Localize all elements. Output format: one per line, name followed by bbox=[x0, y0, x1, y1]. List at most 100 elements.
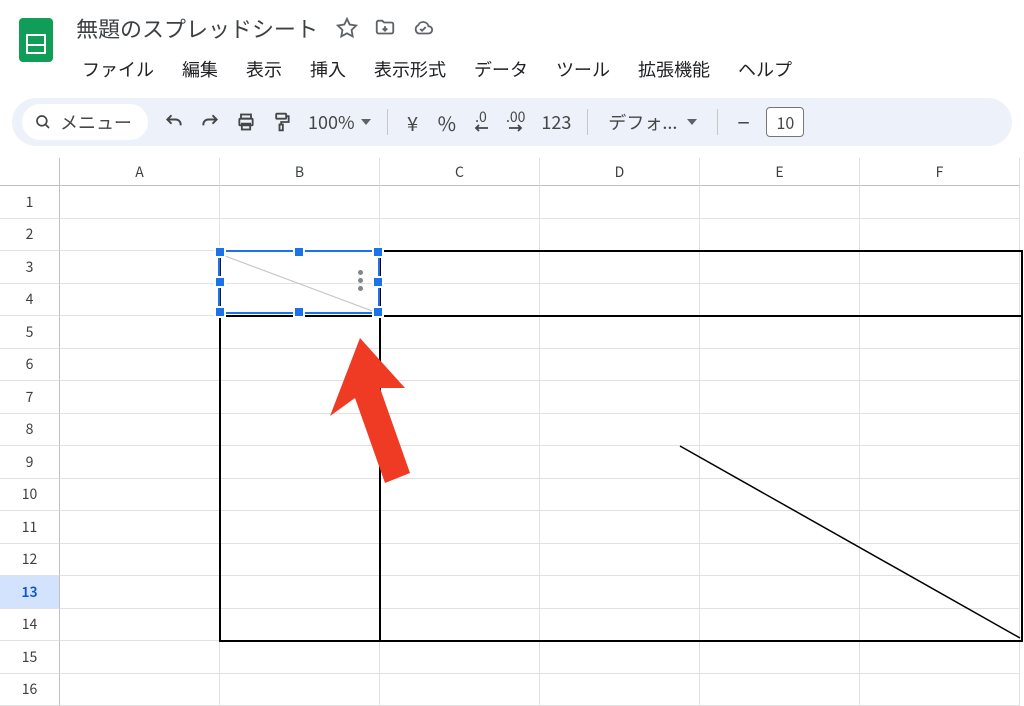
cell[interactable] bbox=[380, 446, 540, 479]
cell[interactable] bbox=[380, 316, 540, 349]
cell[interactable] bbox=[860, 381, 1020, 414]
cell[interactable] bbox=[700, 576, 860, 609]
row-header-5[interactable]: 5 bbox=[0, 316, 60, 349]
percent-button[interactable]: % bbox=[432, 105, 462, 139]
cell[interactable] bbox=[60, 251, 220, 284]
row-header-10[interactable]: 10 bbox=[0, 479, 60, 512]
row-header-1[interactable]: 1 bbox=[0, 186, 60, 219]
print-button[interactable] bbox=[230, 105, 262, 139]
cell[interactable] bbox=[380, 479, 540, 512]
cell[interactable] bbox=[60, 349, 220, 382]
resize-handle-n[interactable] bbox=[293, 246, 305, 258]
cell[interactable] bbox=[60, 381, 220, 414]
cell[interactable] bbox=[220, 576, 380, 609]
cell[interactable] bbox=[220, 479, 380, 512]
cell[interactable] bbox=[540, 381, 700, 414]
cell[interactable] bbox=[60, 609, 220, 642]
cell[interactable] bbox=[220, 544, 380, 577]
menu-insert[interactable]: 挿入 bbox=[298, 50, 358, 88]
col-header-A[interactable]: A bbox=[60, 158, 220, 186]
zoom-dropdown[interactable]: 100% bbox=[302, 105, 377, 139]
cell[interactable] bbox=[380, 186, 540, 219]
row-header-7[interactable]: 7 bbox=[0, 381, 60, 414]
cell[interactable] bbox=[220, 414, 380, 447]
cell[interactable] bbox=[60, 446, 220, 479]
row-header-13[interactable]: 13 bbox=[0, 576, 60, 609]
cell[interactable] bbox=[860, 544, 1020, 577]
col-header-B[interactable]: B bbox=[220, 158, 380, 186]
font-dropdown[interactable]: デフォ... bbox=[598, 105, 707, 139]
menu-tools[interactable]: ツール bbox=[544, 50, 622, 88]
redo-button[interactable] bbox=[194, 105, 226, 139]
menu-data[interactable]: データ bbox=[462, 50, 540, 88]
cell[interactable] bbox=[700, 511, 860, 544]
cell[interactable] bbox=[700, 381, 860, 414]
decrease-decimal-button[interactable]: .0 bbox=[466, 105, 496, 139]
cell[interactable] bbox=[860, 316, 1020, 349]
cell[interactable] bbox=[220, 381, 380, 414]
cell[interactable] bbox=[220, 641, 380, 674]
font-size-input[interactable]: 10 bbox=[766, 107, 804, 137]
move-icon[interactable] bbox=[374, 17, 396, 39]
cell[interactable] bbox=[700, 284, 860, 317]
cell[interactable] bbox=[700, 479, 860, 512]
undo-button[interactable] bbox=[158, 105, 190, 139]
resize-handle-s[interactable] bbox=[293, 306, 305, 318]
cell[interactable] bbox=[380, 609, 540, 642]
cell[interactable] bbox=[860, 576, 1020, 609]
cell[interactable] bbox=[540, 609, 700, 642]
doc-title[interactable]: 無題のスプレッドシート bbox=[70, 10, 324, 46]
row-header-12[interactable]: 12 bbox=[0, 544, 60, 577]
cell[interactable] bbox=[540, 544, 700, 577]
cell[interactable] bbox=[860, 414, 1020, 447]
cell[interactable] bbox=[540, 479, 700, 512]
cell[interactable] bbox=[860, 349, 1020, 382]
cell[interactable] bbox=[700, 349, 860, 382]
cell[interactable] bbox=[540, 219, 700, 252]
row-header-14[interactable]: 14 bbox=[0, 609, 60, 642]
cloud-status-icon[interactable] bbox=[412, 17, 434, 39]
resize-handle-w[interactable] bbox=[214, 276, 226, 288]
resize-handle-ne[interactable] bbox=[372, 246, 384, 258]
cell[interactable] bbox=[220, 446, 380, 479]
cell[interactable] bbox=[380, 544, 540, 577]
decrease-font-size-button[interactable]: − bbox=[728, 105, 758, 139]
cell[interactable] bbox=[860, 641, 1020, 674]
cell[interactable] bbox=[540, 641, 700, 674]
star-icon[interactable] bbox=[336, 17, 358, 39]
cell[interactable] bbox=[60, 544, 220, 577]
cell[interactable] bbox=[540, 186, 700, 219]
cell[interactable] bbox=[700, 544, 860, 577]
cell[interactable] bbox=[700, 641, 860, 674]
cell[interactable] bbox=[540, 284, 700, 317]
row-header-11[interactable]: 11 bbox=[0, 511, 60, 544]
col-header-F[interactable]: F bbox=[860, 158, 1020, 186]
cell[interactable] bbox=[700, 219, 860, 252]
menu-edit[interactable]: 編集 bbox=[170, 50, 230, 88]
cell[interactable] bbox=[540, 576, 700, 609]
spreadsheet-grid[interactable]: A B C D E F 12345678910111213141516 bbox=[0, 158, 1024, 688]
menu-help[interactable]: ヘルプ bbox=[726, 50, 804, 88]
cell[interactable] bbox=[540, 446, 700, 479]
cell[interactable] bbox=[380, 284, 540, 317]
col-header-D[interactable]: D bbox=[540, 158, 700, 186]
cell[interactable] bbox=[380, 511, 540, 544]
cell[interactable] bbox=[540, 349, 700, 382]
cell[interactable] bbox=[60, 316, 220, 349]
cell[interactable] bbox=[860, 446, 1020, 479]
menu-format[interactable]: 表示形式 bbox=[362, 50, 458, 88]
cell[interactable] bbox=[60, 186, 220, 219]
cell[interactable] bbox=[380, 641, 540, 674]
cell[interactable] bbox=[60, 479, 220, 512]
menu-search-pill[interactable]: メニュー bbox=[22, 104, 148, 140]
increase-decimal-button[interactable]: .00 bbox=[500, 105, 531, 139]
cell[interactable] bbox=[380, 414, 540, 447]
cell[interactable] bbox=[860, 609, 1020, 642]
cell[interactable] bbox=[220, 186, 380, 219]
cell[interactable] bbox=[60, 219, 220, 252]
number-format-button[interactable]: 123 bbox=[535, 105, 577, 139]
cell[interactable] bbox=[700, 446, 860, 479]
cell[interactable] bbox=[220, 511, 380, 544]
cell[interactable] bbox=[860, 511, 1020, 544]
cell[interactable] bbox=[60, 414, 220, 447]
